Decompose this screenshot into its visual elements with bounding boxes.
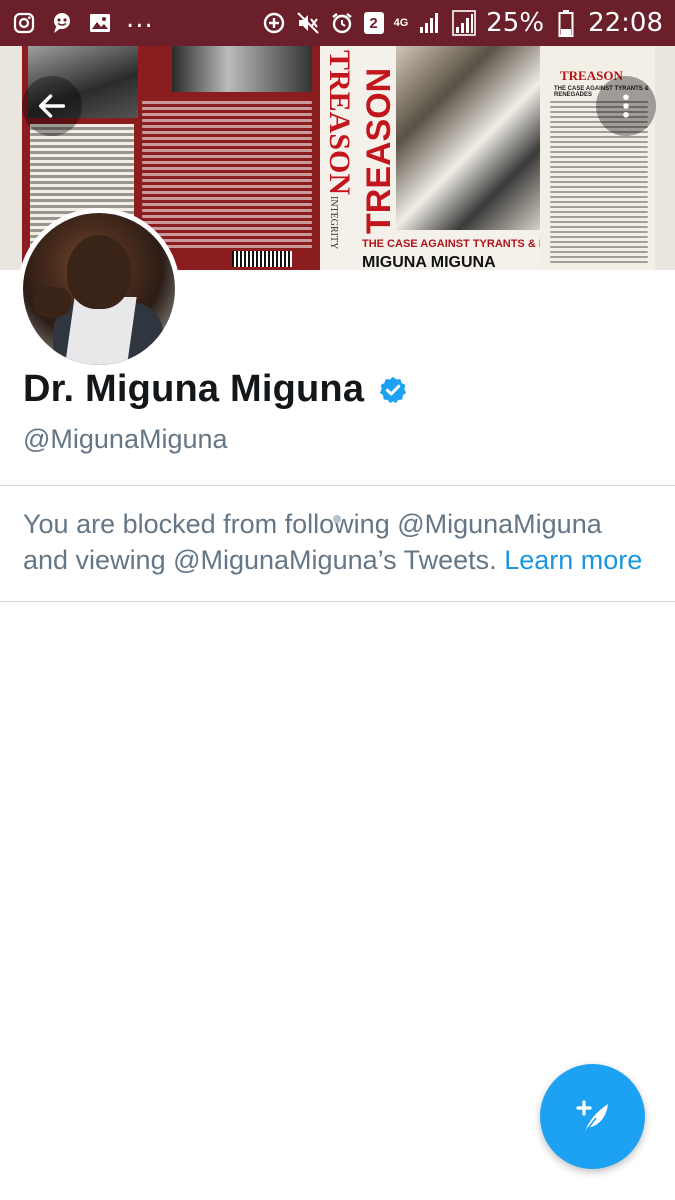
chat-bubble-icon bbox=[50, 11, 74, 35]
book-spine: TREASON INTEGRITY bbox=[320, 46, 356, 270]
verified-badge-icon bbox=[378, 375, 408, 405]
avatar-face bbox=[67, 235, 131, 309]
network-type: 4G bbox=[393, 17, 409, 29]
book-blurb bbox=[142, 98, 312, 258]
divider-top bbox=[0, 485, 675, 486]
compose-tweet-button[interactable] bbox=[540, 1064, 645, 1169]
sim-badge: 2 bbox=[363, 12, 384, 34]
more-notifications-indicator: ... bbox=[126, 4, 154, 34]
mute-icon bbox=[296, 11, 320, 35]
display-name: Dr. Miguna Miguna bbox=[23, 368, 365, 410]
notification-icons: ... bbox=[12, 4, 154, 35]
image-icon bbox=[88, 11, 112, 35]
clock: 22:08 bbox=[588, 8, 663, 38]
status-bar: ... 2 4G 25% 22:08 bbox=[0, 0, 675, 46]
front-title: TREASON bbox=[360, 67, 398, 234]
battery-icon bbox=[554, 10, 578, 37]
scroll-indicator bbox=[333, 515, 341, 523]
data-saver-icon bbox=[262, 11, 286, 35]
avatar[interactable] bbox=[18, 208, 180, 370]
signal-icon-sim2 bbox=[452, 10, 477, 36]
front-author: MIGUNA MIGUNA bbox=[362, 254, 496, 270]
alarm-icon bbox=[330, 11, 354, 35]
spine-subtitle: INTEGRITY bbox=[328, 196, 339, 250]
learn-more-link[interactable]: Learn more bbox=[504, 545, 642, 575]
overflow-menu-button[interactable] bbox=[596, 76, 656, 136]
more-vertical-icon bbox=[623, 94, 629, 118]
divider-bottom bbox=[0, 601, 675, 602]
battery-percent: 25% bbox=[486, 8, 545, 38]
group-photo bbox=[172, 46, 312, 92]
signal-icon bbox=[418, 11, 442, 35]
instagram-icon bbox=[12, 11, 36, 35]
avatar-hand bbox=[33, 287, 71, 317]
book-front-cover: TREASON THE CASE AGAINST TYRANTS & RENEG… bbox=[356, 46, 609, 270]
cover-photo bbox=[396, 46, 540, 230]
front-subtitle: THE CASE AGAINST TYRANTS & RENEGADES bbox=[362, 238, 609, 250]
profile-name-row: Dr. Miguna Miguna bbox=[23, 368, 408, 411]
system-icons: 2 4G 25% 22:08 bbox=[262, 8, 663, 38]
spine-title: TREASON bbox=[323, 50, 356, 196]
barcode bbox=[232, 251, 292, 267]
arrow-left-icon bbox=[38, 94, 66, 118]
back-button[interactable] bbox=[22, 76, 82, 136]
profile-handle: @MigunaMiguna bbox=[23, 424, 228, 454]
compose-tweet-icon bbox=[575, 1099, 608, 1132]
